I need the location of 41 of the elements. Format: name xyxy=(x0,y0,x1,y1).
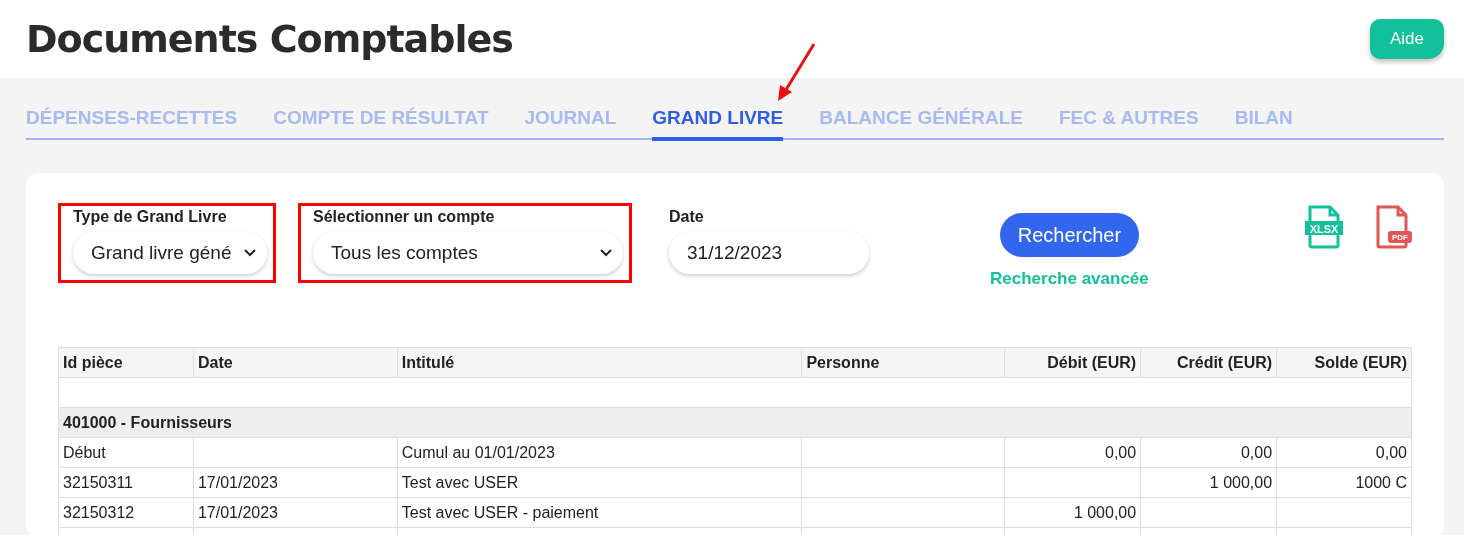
tab[interactable]: JOURNAL xyxy=(524,107,617,141)
column-header: Crédit (EUR) xyxy=(1140,347,1277,378)
column-header: Intitulé xyxy=(397,347,802,378)
table-cell: Début xyxy=(58,437,194,468)
select-field[interactable]: Grand livre géné xyxy=(73,232,267,274)
tab[interactable]: BILAN xyxy=(1234,107,1293,141)
table-cell: 0,00 xyxy=(1276,437,1412,468)
table-cell: Test avec USER xyxy=(397,467,802,498)
table-cell: 32150312 xyxy=(58,497,194,528)
field-label: Date xyxy=(669,207,705,226)
table-cell: 0,00 xyxy=(1140,437,1277,468)
column-header: Personne xyxy=(801,347,1005,378)
table-cell: Cumul au 01/01/2023 xyxy=(397,437,802,468)
chevron-icon xyxy=(243,248,257,258)
column-header: Date xyxy=(193,347,398,378)
field-label: Sélectionner un compte xyxy=(313,207,496,226)
tab[interactable]: GRAND LIVRE xyxy=(652,107,784,141)
tab[interactable]: COMPTE DE RÉSULTAT xyxy=(273,107,489,141)
select-field[interactable]: Tous les comptes xyxy=(313,232,623,274)
column-header: Id pièce xyxy=(58,347,194,378)
group-row: 401000 - Fournisseurs xyxy=(58,407,1412,438)
table-cell: 0,00 xyxy=(1004,437,1141,468)
column-header: Solde (EUR) xyxy=(1276,347,1412,378)
help-button[interactable]: Aide xyxy=(1369,19,1444,59)
chevron-icon xyxy=(599,248,613,258)
tab[interactable]: DÉPENSES-RECETTES xyxy=(26,107,238,141)
tab[interactable]: FEC & AUTRES xyxy=(1058,107,1199,141)
page-title: Documents Comptables xyxy=(26,17,513,61)
advanced-search-link[interactable]: Recherche avancée xyxy=(990,269,1149,289)
table-cell: Test avec USER - paiement xyxy=(397,497,802,528)
search-button[interactable]: Rechercher xyxy=(999,213,1140,257)
date-field[interactable]: 31/12/2023 xyxy=(669,232,869,274)
table-cell: 1 000,00 xyxy=(1140,467,1277,498)
table-cell: 17/01/2023 xyxy=(193,467,398,498)
table-cell: 1000 C xyxy=(1276,467,1412,498)
table-cell: 32150311 xyxy=(58,467,194,498)
table-cell: 1 000,00 xyxy=(1004,497,1141,528)
tab[interactable]: BALANCE GÉNÉRALE xyxy=(819,107,1023,141)
field-label: Type de Grand Livre xyxy=(73,207,228,226)
table-cell: 17/01/2023 xyxy=(193,497,398,528)
column-header: Débit (EUR) xyxy=(1004,347,1141,378)
